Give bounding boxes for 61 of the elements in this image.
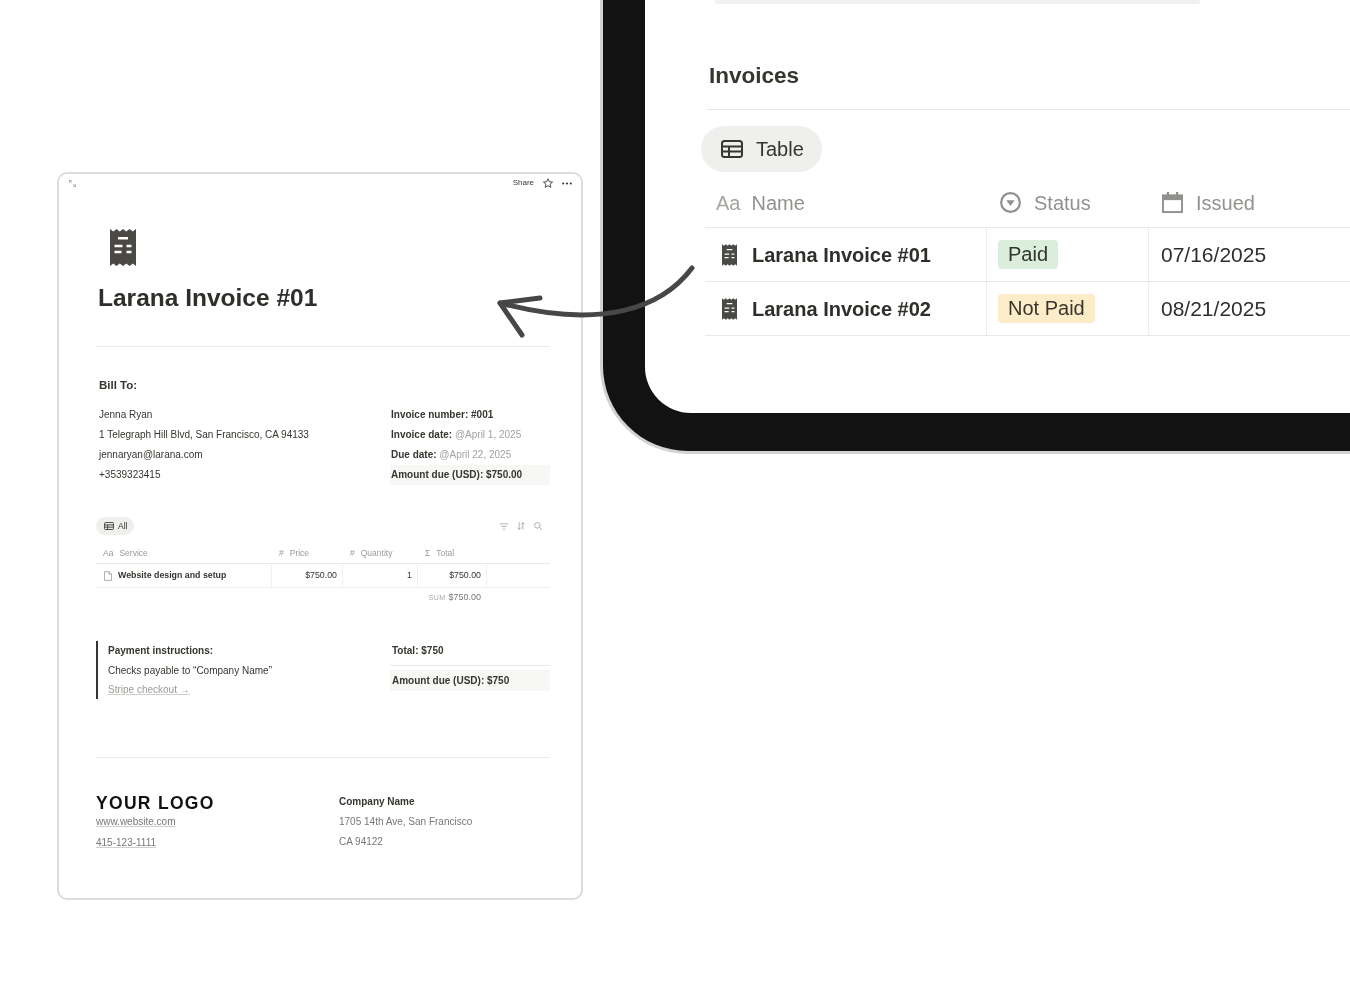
- database-title: Invoices: [709, 62, 800, 90]
- client-detail: Jenna Ryan: [99, 408, 153, 422]
- invoice-name: Larana Invoice #02: [752, 296, 931, 322]
- status-tag: Paid: [998, 240, 1059, 269]
- property-glyph: Aa: [716, 190, 741, 216]
- invoice-name: Larana Invoice #01: [752, 242, 931, 268]
- footer-link[interactable]: 415-123-1111: [96, 832, 157, 853]
- property-glyph: #: [350, 546, 355, 560]
- company-address: 1705 14th Ave, San Francisco: [339, 815, 473, 829]
- page-title: Larana Invoice #01: [98, 283, 318, 313]
- footer-link[interactable]: www.website.com: [96, 812, 176, 833]
- issued-date: 08/21/2025: [1161, 295, 1267, 322]
- table-icon: [721, 140, 743, 158]
- sum-value: $750.00: [448, 591, 481, 605]
- invoice-detail: Invoice date: @April 1, 2025: [390, 428, 522, 442]
- table-cell: $750.00: [272, 564, 343, 587]
- column-header: Status: [1034, 190, 1091, 216]
- amount-due: Amount due (USD): $750: [390, 670, 550, 691]
- table-cell: 1: [343, 564, 418, 587]
- receipt-icon: [722, 243, 737, 266]
- status-icon: [1000, 192, 1021, 213]
- column-header: Issued: [1196, 190, 1255, 216]
- table-icon: [104, 522, 114, 530]
- filter-icon[interactable]: [500, 522, 508, 530]
- invoice-detail: Invoice number: #001: [390, 408, 494, 422]
- service-name: Website design and setup: [118, 568, 227, 582]
- column-header: Name: [751, 190, 805, 216]
- star-icon[interactable]: [543, 178, 553, 188]
- invoice-detail: Due date: @April 22, 2025: [390, 448, 512, 462]
- page-icon: [104, 570, 112, 581]
- client-detail: jennaryan@larana.com: [99, 448, 203, 462]
- logo-text: YOUR LOGO: [96, 794, 215, 812]
- search-icon[interactable]: [534, 522, 542, 530]
- more-icon[interactable]: [562, 181, 572, 185]
- company-name: Company Name: [339, 795, 415, 809]
- share-button[interactable]: Share: [512, 178, 534, 188]
- section-heading: Bill To:: [99, 378, 138, 393]
- sort-icon[interactable]: [517, 522, 525, 530]
- receipt-icon: [110, 229, 136, 266]
- property-glyph: Σ: [425, 546, 431, 560]
- company-address: CA 94122: [339, 835, 383, 849]
- payment-text: Checks payable to “Company Name”: [108, 663, 272, 678]
- view-tab[interactable]: Table: [701, 126, 822, 172]
- total-amount: Total: $750: [391, 644, 444, 658]
- table-cell: $750.00: [418, 564, 487, 587]
- client-detail: +3539323415: [99, 468, 161, 482]
- property-glyph: #: [279, 546, 284, 560]
- column-header: Quantity: [360, 546, 393, 560]
- receipt-icon: [722, 297, 737, 320]
- client-detail: 1 Telegraph Hill Blvd, San Francisco, CA 94133: [99, 428, 309, 442]
- expand-icon[interactable]: [69, 179, 76, 187]
- column-header: Total: [436, 546, 455, 560]
- section-heading: Payment instructions:: [108, 644, 214, 658]
- amount-due: Amount due (USD): $750.00: [390, 465, 550, 485]
- column-header: Price: [289, 546, 310, 560]
- issued-date: 07/16/2025: [1161, 241, 1267, 268]
- view-tab[interactable]: All: [96, 517, 135, 535]
- status-tag: Not Paid: [998, 294, 1095, 323]
- property-glyph: Aa: [103, 546, 114, 560]
- column-header: Service: [119, 546, 148, 560]
- calendar-icon: [1162, 192, 1183, 213]
